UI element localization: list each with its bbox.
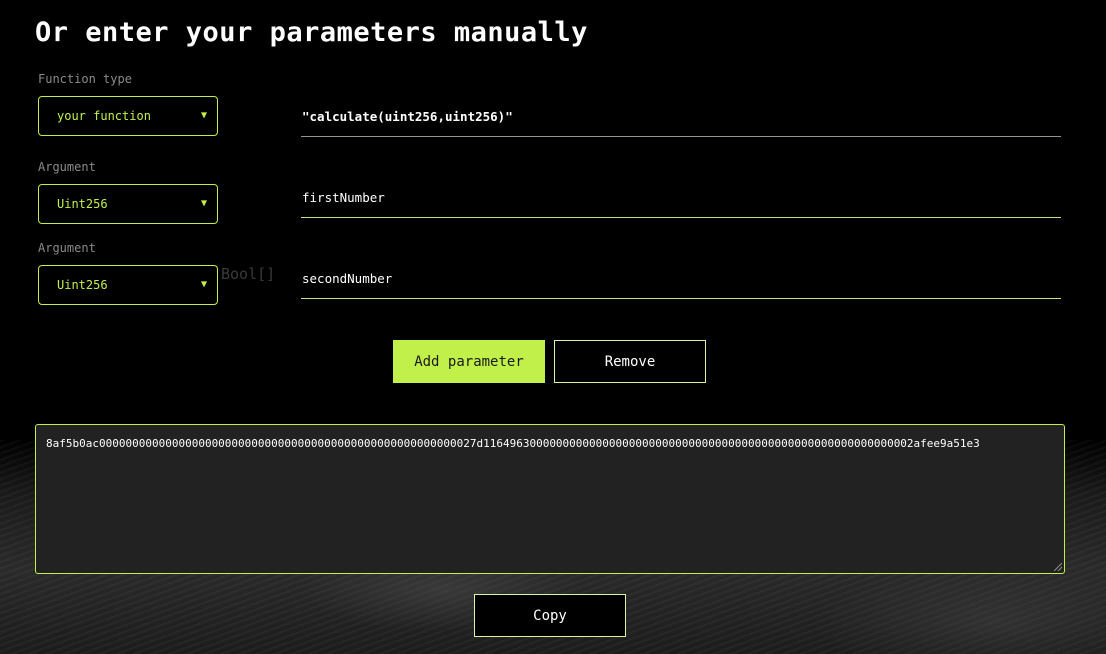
page-title: Or enter your parameters manually — [35, 17, 588, 48]
argument-name-input[interactable]: firstNumber — [301, 178, 1061, 218]
argument-label: Argument — [38, 160, 96, 174]
resize-handle-icon[interactable] — [1054, 563, 1062, 571]
chevron-down-icon: ▼ — [200, 109, 207, 121]
argument-label: Argument — [38, 241, 96, 255]
chevron-down-icon: ▼ — [200, 278, 207, 290]
argument-type-select[interactable]: Uint256 ▼ — [38, 184, 218, 224]
function-type-label: Function type — [38, 72, 132, 86]
dropdown-option-ghost: Bool[] — [221, 265, 276, 283]
encoded-output-text: 8af5b0ac00000000000000000000000000000000… — [46, 437, 980, 450]
add-parameter-button[interactable]: Add parameter — [393, 340, 545, 383]
argument-type-value: Uint256 — [57, 197, 108, 211]
argument-type-value: Uint256 — [57, 278, 108, 292]
chevron-down-icon: ▼ — [200, 197, 207, 209]
page: Or enter your parameters manually Functi… — [0, 0, 1106, 654]
argument-type-select[interactable]: Uint256 ▼ — [38, 265, 218, 305]
remove-button[interactable]: Remove — [554, 340, 706, 383]
function-type-select[interactable]: your function ▼ — [38, 96, 218, 136]
encoded-output-textarea[interactable]: 8af5b0ac00000000000000000000000000000000… — [35, 424, 1065, 574]
function-signature-input[interactable]: "calculate(uint256,uint256)" — [301, 97, 1061, 137]
function-type-value: your function — [57, 109, 151, 123]
argument-name-input[interactable]: secondNumber — [301, 259, 1061, 299]
copy-button[interactable]: Copy — [474, 594, 626, 637]
